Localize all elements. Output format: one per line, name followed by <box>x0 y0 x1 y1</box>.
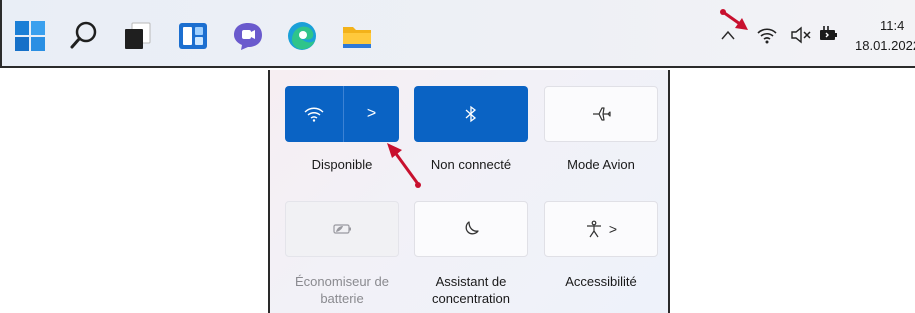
battery-saver-tile[interactable] <box>285 201 399 257</box>
clock-time[interactable]: 11:4 <box>880 18 904 33</box>
battery-saver-label-line1: Économiseur de <box>295 274 389 289</box>
clock-date[interactable]: 18.01.2022 <box>855 38 915 53</box>
edge-icon[interactable] <box>286 20 318 52</box>
folder-icon[interactable] <box>341 20 373 52</box>
battery-charging-icon[interactable] <box>817 25 839 45</box>
bluetooth-tile[interactable] <box>414 86 528 142</box>
teams-chat-icon[interactable] <box>232 20 264 52</box>
volume-muted-icon[interactable] <box>790 26 812 44</box>
wifi-tile[interactable]: > <box>285 86 399 142</box>
accessibility-tile[interactable]: > <box>544 201 658 257</box>
annotation-arrow-icon <box>720 9 748 30</box>
windows-logo-icon[interactable] <box>14 20 46 52</box>
task-view-icon[interactable] <box>122 20 154 52</box>
airplane-mode-tile-label: Mode Avion <box>567 157 635 172</box>
wifi-toggle-button[interactable] <box>285 86 343 142</box>
search-icon[interactable] <box>68 20 100 52</box>
chevron-right-icon: > <box>608 221 618 237</box>
quick-settings-flyout: > Disponible Non connecté Mode Avion Éco… <box>268 70 670 313</box>
battery-saver-icon <box>333 224 351 234</box>
battery-saver-label-line2: batterie <box>320 291 364 306</box>
accessibility-icon <box>586 220 601 238</box>
focus-assist-label-line1: Assistant de <box>435 274 507 289</box>
airplane-mode-tile[interactable] <box>544 86 658 142</box>
battery-saver-tile-label: Économiseur de batterie <box>277 273 407 307</box>
accessibility-tile-label: Accessibilité <box>565 274 637 289</box>
wifi-networks-button[interactable]: > <box>344 86 399 142</box>
annotation-arrow-icon <box>387 143 421 188</box>
widgets-icon[interactable] <box>177 20 209 52</box>
focus-assist-label-line2: concentration <box>431 291 511 306</box>
chevron-right-icon: > <box>366 105 377 122</box>
wifi-icon[interactable] <box>756 25 778 45</box>
airplane-icon <box>593 107 611 121</box>
focus-assist-tile[interactable] <box>414 201 528 257</box>
focus-assist-tile-label: Assistant de concentration <box>406 273 536 307</box>
taskbar: 11:4 18.01.2022 <box>0 0 915 68</box>
moon-icon <box>465 221 479 235</box>
wifi-icon <box>304 107 324 122</box>
bluetooth-icon <box>465 105 477 123</box>
